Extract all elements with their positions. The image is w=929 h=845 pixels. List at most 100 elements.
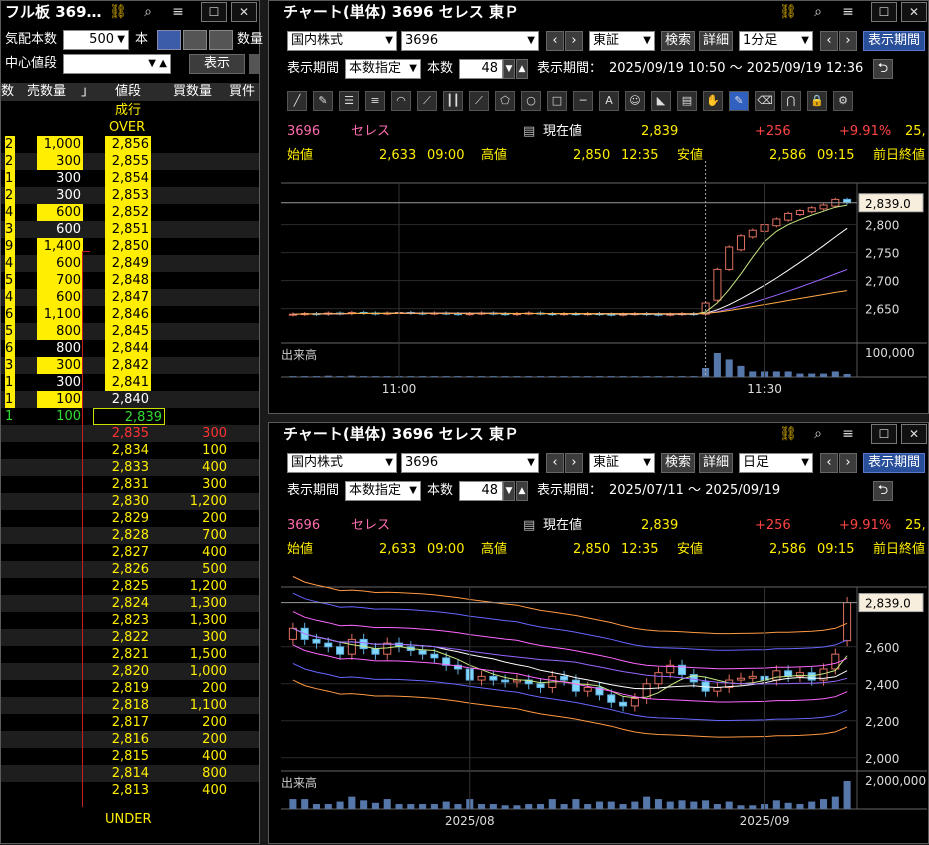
- code-input[interactable]: 3696 ▼: [401, 31, 539, 51]
- emoji-icon[interactable]: ☺: [625, 91, 645, 111]
- link-icon[interactable]: ⛓: [109, 3, 127, 21]
- bid-row[interactable]: 2,830 1,200: [1, 493, 259, 510]
- ask-row[interactable]: 3 600 2,851: [1, 221, 259, 238]
- count-input[interactable]: 48: [459, 481, 503, 501]
- bid-row[interactable]: 2,822 300: [1, 629, 259, 646]
- period-mode-select[interactable]: 本数指定 ▼: [345, 59, 421, 79]
- pen-icon[interactable]: ✎: [729, 91, 749, 111]
- layout-icon-1[interactable]: [157, 30, 181, 50]
- settings-icon[interactable]: ⚙: [833, 91, 853, 111]
- bid-row[interactable]: 2,821 1,500: [1, 646, 259, 663]
- interval-select[interactable]: 1分足 ▼: [739, 31, 813, 51]
- bid-row[interactable]: 2,831 300: [1, 476, 259, 493]
- search-button[interactable]: 検索: [661, 453, 695, 473]
- layout-icon-2[interactable]: [183, 30, 207, 50]
- link-icon[interactable]: ⛓: [779, 425, 797, 443]
- bid-row[interactable]: 2,829 200: [1, 510, 259, 527]
- close-button[interactable]: ✕: [231, 2, 257, 22]
- ask-row[interactable]: 4 600 2,852: [1, 204, 259, 221]
- hline-icon[interactable]: ─: [573, 91, 593, 111]
- chart-canvas[interactable]: 2,600 2,400 2,200 2,000 2,000,000 出来高 2025/08 2…: [269, 557, 928, 845]
- interval-prev-button[interactable]: ‹: [820, 453, 838, 473]
- ask-row[interactable]: 2 300 2,853: [1, 187, 259, 204]
- ask-row[interactable]: 9 1,400 2,850: [1, 238, 259, 255]
- bid-row[interactable]: 2,826 500: [1, 561, 259, 578]
- bid-row[interactable]: 2,824 1,300: [1, 595, 259, 612]
- note-icon[interactable]: ▤: [677, 91, 697, 111]
- ask-row[interactable]: 5 700 2,848: [1, 272, 259, 289]
- ask-row[interactable]: 1 300 2,854: [1, 170, 259, 187]
- chart-titlebar[interactable]: チャート(単体) 3696 セレス 東Ｐ: [269, 423, 928, 445]
- text-icon[interactable]: A: [599, 91, 619, 111]
- layout-icon-3[interactable]: [209, 30, 233, 50]
- market-select[interactable]: 国内株式 ▼: [287, 453, 397, 473]
- prev-button[interactable]: ‹: [546, 453, 564, 473]
- link-icon[interactable]: ⛓: [779, 3, 797, 21]
- maximize-button[interactable]: ☐: [201, 2, 227, 22]
- bid-row[interactable]: 2,835 300: [1, 425, 259, 442]
- interval-prev-button[interactable]: ‹: [820, 31, 838, 51]
- eraser-icon[interactable]: ⌫: [755, 91, 775, 111]
- exchange-select[interactable]: 東証 ▼: [589, 453, 655, 473]
- bid-row[interactable]: 2,816 200: [1, 731, 259, 748]
- count-input[interactable]: 48: [459, 59, 503, 79]
- next-button[interactable]: ›: [565, 453, 583, 473]
- close-button[interactable]: ✕: [901, 424, 927, 444]
- channel-icon[interactable]: ≡: [365, 91, 385, 111]
- market-select[interactable]: 国内株式 ▼: [287, 31, 397, 51]
- bid-row[interactable]: 2,823 1,300: [1, 612, 259, 629]
- search-icon[interactable]: ⌕: [809, 3, 827, 21]
- show-button[interactable]: 表示: [189, 54, 245, 74]
- center-price-input[interactable]: ▼ ▲: [63, 54, 171, 74]
- detail-button[interactable]: 詳細: [699, 453, 733, 473]
- search-icon[interactable]: ⌕: [809, 425, 827, 443]
- bid-row[interactable]: 2,817 200: [1, 714, 259, 731]
- magnet-icon[interactable]: ⋂: [781, 91, 801, 111]
- close-button[interactable]: ✕: [901, 2, 927, 22]
- bid-row[interactable]: 2,818 1,100: [1, 697, 259, 714]
- ask-row[interactable]: 1 100 2,840: [1, 391, 259, 408]
- pentagon-icon[interactable]: ⬠: [495, 91, 515, 111]
- bid-row[interactable]: 2,820 1,000: [1, 663, 259, 680]
- exchange-select[interactable]: 東証 ▼: [589, 31, 655, 51]
- ask-row[interactable]: 4 600 2,849: [1, 255, 259, 272]
- bid-row[interactable]: 2,834 100: [1, 442, 259, 459]
- ask-row[interactable]: 2 1,000 2,856: [1, 136, 259, 153]
- search-button[interactable]: 検索: [661, 31, 695, 51]
- next-button[interactable]: ›: [565, 31, 583, 51]
- count-down-button[interactable]: ▼: [503, 59, 515, 79]
- reset-button[interactable]: ⮌: [873, 59, 893, 79]
- ruler-icon[interactable]: ✎: [313, 91, 333, 111]
- maximize-button[interactable]: ☐: [871, 424, 897, 444]
- lock-icon[interactable]: 🔒: [807, 91, 827, 111]
- prev-button[interactable]: ‹: [546, 31, 564, 51]
- arc-icon[interactable]: ◠: [391, 91, 411, 111]
- bid-row[interactable]: 2,833 400: [1, 459, 259, 476]
- bid-row[interactable]: 2,814 800: [1, 765, 259, 782]
- count-down-button[interactable]: ▼: [503, 481, 515, 501]
- bid-row[interactable]: 2,825 1,200: [1, 578, 259, 595]
- ask-row[interactable]: 6 1,100 2,846: [1, 306, 259, 323]
- hand-icon[interactable]: ✋: [703, 91, 723, 111]
- count-up-button[interactable]: ▲: [516, 481, 528, 501]
- scroll-handle[interactable]: [249, 54, 259, 74]
- period-button[interactable]: 表示期間: [863, 31, 925, 51]
- detail-button[interactable]: 詳細: [699, 31, 733, 51]
- count-up-button[interactable]: ▲: [516, 59, 528, 79]
- fan-icon[interactable]: ⟋: [417, 91, 437, 111]
- search-icon[interactable]: ⌕: [139, 3, 157, 21]
- interval-next-button[interactable]: ›: [839, 453, 857, 473]
- bid-row[interactable]: 2,813 400: [1, 782, 259, 799]
- vlines-icon[interactable]: ┃┃: [443, 91, 463, 111]
- interval-select[interactable]: 日足 ▼: [739, 453, 813, 473]
- circle-icon[interactable]: ○: [521, 91, 541, 111]
- menu-icon[interactable]: ≡: [839, 425, 857, 443]
- chart-titlebar[interactable]: チャート(単体) 3696 セレス 東Ｐ: [269, 1, 928, 23]
- ask-row[interactable]: 3 300 2,842: [1, 357, 259, 374]
- ask-row[interactable]: 2 300 2,855: [1, 153, 259, 170]
- bid-row[interactable]: 2,815 400: [1, 748, 259, 765]
- period-mode-select[interactable]: 本数指定 ▼: [345, 481, 421, 501]
- ask-row[interactable]: 6 800 2,844: [1, 340, 259, 357]
- bid-row[interactable]: 2,827 400: [1, 544, 259, 561]
- reset-button[interactable]: ⮌: [873, 481, 893, 501]
